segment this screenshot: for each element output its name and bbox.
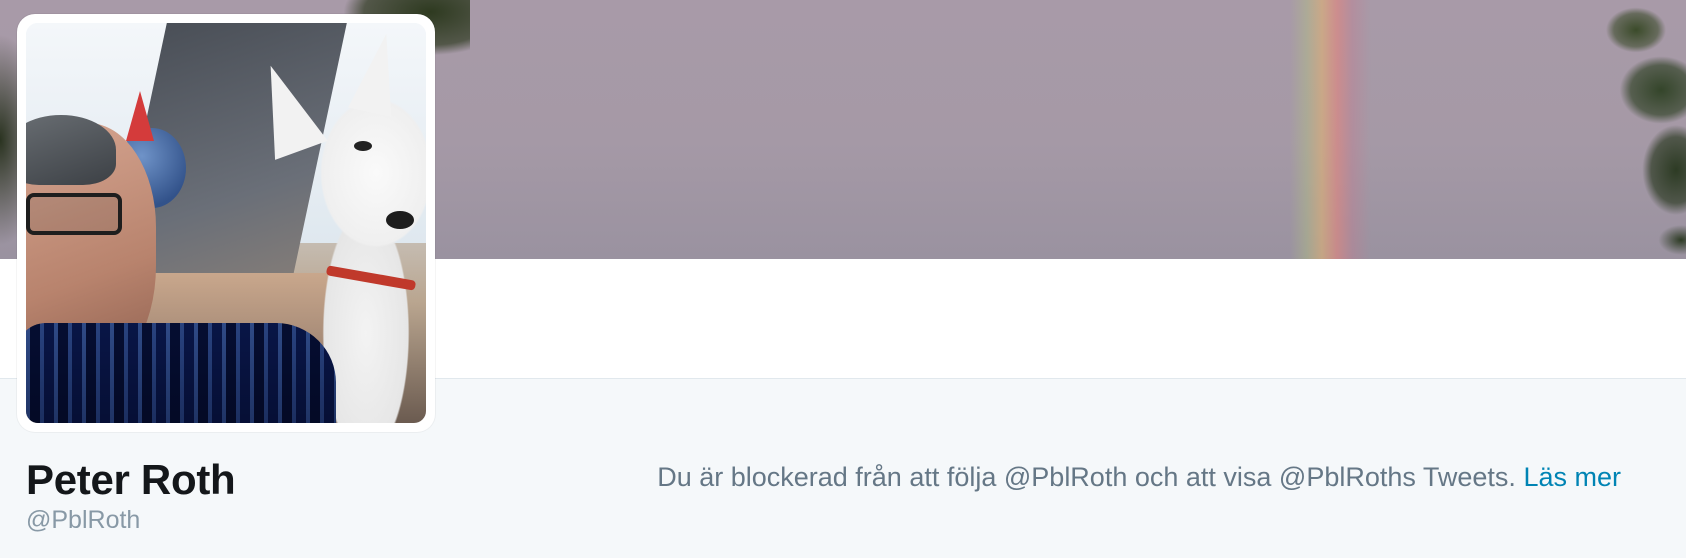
- read-more-link[interactable]: Läs mer: [1523, 462, 1621, 492]
- profile-page: Peter Roth @PblRoth Du är blockerad från…: [0, 0, 1686, 558]
- blocked-notice: Du är blockerad från att följa @PblRoth …: [657, 462, 1621, 493]
- profile-name[interactable]: Peter Roth: [26, 456, 236, 504]
- avatar[interactable]: [17, 14, 435, 432]
- banner-tree-right: [1526, 0, 1686, 259]
- blocked-notice-text: Du är blockerad från att följa @PblRoth …: [657, 462, 1516, 492]
- profile-photo: [26, 23, 426, 423]
- profile-handle[interactable]: @PblRoth: [26, 506, 140, 535]
